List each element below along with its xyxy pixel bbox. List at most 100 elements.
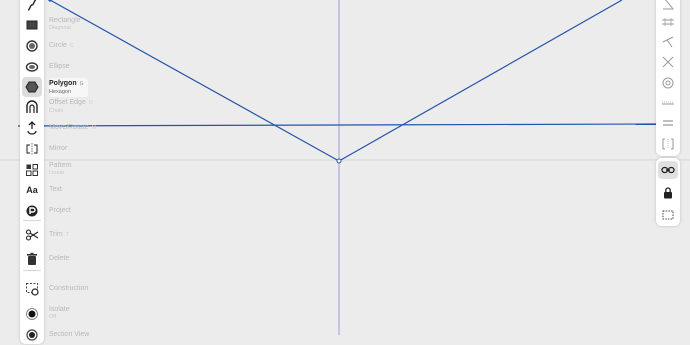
concentric-constraint-button[interactable] bbox=[658, 74, 678, 92]
tool-label: Rectangle Diagonal bbox=[49, 16, 81, 32]
tool-label: Move/Rotate M bbox=[49, 123, 96, 133]
circle-icon bbox=[26, 40, 38, 52]
pattern-tool-button[interactable] bbox=[22, 160, 42, 180]
link-button[interactable] bbox=[658, 161, 678, 179]
fix-dimension-button[interactable] bbox=[658, 206, 678, 224]
tool-label: Project bbox=[49, 206, 71, 215]
project-icon bbox=[26, 205, 38, 217]
tool-label-text: Text bbox=[49, 186, 62, 193]
toolbar-divider bbox=[23, 220, 41, 221]
polygon-tool-button[interactable] bbox=[22, 77, 42, 97]
tool-label: Construction bbox=[49, 284, 88, 293]
tool-label: Mirror bbox=[49, 144, 67, 153]
tool-sublabel: Off bbox=[49, 314, 57, 320]
perpendicular-constraint-icon bbox=[662, 36, 674, 48]
tool-label: Text bbox=[49, 185, 62, 194]
tool-shortcut-key: C bbox=[69, 43, 74, 49]
concentric-constraint-icon bbox=[662, 77, 674, 89]
symmetric-constraint-icon bbox=[662, 138, 674, 150]
tool-label: Delete bbox=[49, 254, 69, 263]
lock-icon bbox=[664, 187, 672, 199]
pattern-icon bbox=[26, 164, 38, 176]
construction-icon bbox=[26, 283, 39, 296]
parallel-constraint-button[interactable] bbox=[658, 13, 678, 31]
tool-label-text: Ellipse bbox=[49, 63, 70, 70]
lock-button[interactable] bbox=[658, 184, 678, 202]
tool-label: Pattern Linear bbox=[49, 161, 72, 177]
tool-label-text: Polygon bbox=[49, 80, 77, 87]
horizontal-constraint-icon bbox=[662, 101, 674, 105]
polygon-icon bbox=[25, 81, 39, 93]
tool-sublabel: Diagonal bbox=[49, 25, 71, 31]
symmetric-constraint-button[interactable] bbox=[658, 135, 678, 153]
text-icon: Aa bbox=[26, 185, 38, 195]
tool-label-text: Offset Edge bbox=[49, 99, 86, 106]
delete-tool-button[interactable] bbox=[22, 249, 42, 269]
tool-label-text: Project bbox=[49, 207, 71, 214]
offset-edge-icon bbox=[26, 100, 38, 113]
tool-label-text: Pattern bbox=[49, 162, 72, 169]
tool-label-text: Delete bbox=[49, 255, 70, 262]
angle-constraint-button[interactable] bbox=[658, 0, 678, 13]
tool-shortcut-key: M bbox=[91, 125, 96, 131]
tool-label-text: Circle bbox=[49, 42, 67, 49]
tool-label: Polygon G Hexagon bbox=[49, 78, 88, 97]
section-view-icon bbox=[26, 329, 38, 341]
circle-tool-button[interactable] bbox=[22, 36, 42, 56]
sketch-canvas[interactable] bbox=[0, 0, 690, 335]
parallel-constraint-icon bbox=[662, 18, 674, 26]
tool-label-text: Trim bbox=[49, 231, 63, 238]
equal-constraint-icon bbox=[663, 120, 673, 126]
ellipse-tool-button[interactable] bbox=[22, 57, 42, 77]
tool-label: Trim T bbox=[49, 230, 69, 240]
tool-label-text: Construction bbox=[49, 285, 89, 292]
link-icon bbox=[661, 166, 675, 174]
spline-icon bbox=[27, 0, 37, 11]
tool-label: Offset Edge O Chain bbox=[49, 98, 93, 115]
tool-label: Isolate Off bbox=[49, 305, 70, 321]
tool-label-text: Rectangle bbox=[49, 17, 81, 24]
horizontal-sketch-line[interactable] bbox=[17, 123, 657, 127]
tool-sublabel: Chain bbox=[49, 108, 64, 114]
tool-label-text: Mirror bbox=[49, 145, 68, 152]
tool-shortcut-key: T bbox=[65, 232, 69, 238]
equal-constraint-button[interactable] bbox=[658, 114, 678, 132]
spline-tool-button[interactable] bbox=[22, 0, 42, 15]
tool-label-text: Isolate bbox=[49, 306, 70, 313]
isolate-icon bbox=[26, 308, 38, 320]
tool-sublabel: Linear bbox=[49, 170, 65, 176]
rectangle-icon bbox=[26, 20, 38, 30]
tool-sublabel: Hexagon bbox=[49, 89, 72, 95]
rectangle-tool-button[interactable] bbox=[22, 15, 42, 35]
coincident-constraint-icon bbox=[662, 56, 674, 68]
tool-label-text: Move/Rotate bbox=[49, 124, 89, 131]
perpendicular-constraint-button[interactable] bbox=[658, 33, 678, 51]
horizontal-constraint-button[interactable] bbox=[658, 94, 678, 112]
ellipse-icon bbox=[25, 62, 39, 72]
trim-icon bbox=[25, 229, 39, 241]
toolbar-divider bbox=[23, 270, 41, 271]
section-view-tool-button[interactable] bbox=[22, 325, 42, 345]
sketch-line-left[interactable] bbox=[49, 0, 340, 162]
trim-tool-button[interactable] bbox=[22, 225, 42, 245]
mirror-icon bbox=[26, 143, 38, 155]
delete-icon bbox=[27, 252, 37, 265]
text-tool-button[interactable]: Aa bbox=[22, 180, 42, 200]
construction-tool-button[interactable] bbox=[22, 279, 42, 299]
isolate-tool-button[interactable] bbox=[22, 304, 42, 324]
mirror-tool-button[interactable] bbox=[22, 139, 42, 159]
tool-label: Ellipse bbox=[49, 62, 70, 71]
move-rotate-icon bbox=[27, 121, 37, 135]
offset-edge-tool-button[interactable] bbox=[22, 97, 42, 117]
coincident-constraint-button[interactable] bbox=[658, 53, 678, 71]
vertex-point[interactable] bbox=[336, 158, 342, 164]
project-tool-button[interactable] bbox=[22, 201, 42, 221]
move-rotate-tool-button[interactable] bbox=[22, 118, 42, 138]
tool-shortcut-key: G bbox=[79, 81, 84, 87]
angle-constraint-icon bbox=[663, 0, 675, 10]
vertex-point-top[interactable] bbox=[48, 0, 52, 2]
tool-label: Circle C bbox=[49, 41, 74, 51]
tool-shortcut-key: O bbox=[88, 100, 93, 106]
sketch-line-right[interactable] bbox=[338, 0, 623, 162]
fix-dimension-icon bbox=[662, 210, 674, 220]
